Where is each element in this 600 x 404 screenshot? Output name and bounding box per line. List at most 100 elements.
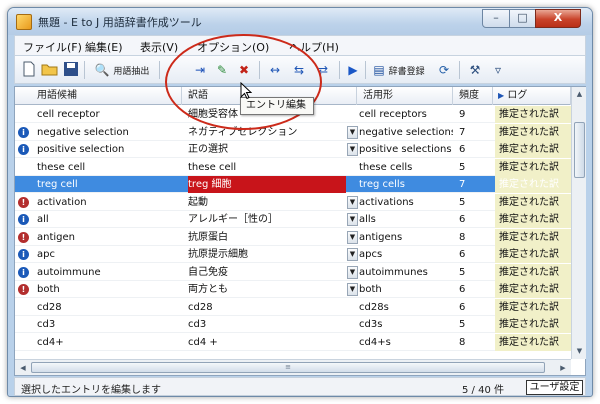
cell-frequency[interactable]: 8 bbox=[459, 229, 491, 246]
horizontal-scroll-thumb[interactable]: ≡ bbox=[31, 362, 545, 373]
maximize-button[interactable]: □ bbox=[509, 9, 536, 28]
dict-register-button[interactable]: ▤ 辞書登録 bbox=[370, 61, 428, 79]
cell-term[interactable]: treg cell bbox=[37, 176, 182, 193]
cell-term[interactable]: these cell bbox=[37, 159, 182, 176]
cell-translation[interactable]: cd3 bbox=[188, 316, 346, 333]
cell-log[interactable]: 推定された訳 bbox=[495, 176, 571, 193]
cell-log[interactable]: 推定された訳 bbox=[495, 193, 571, 211]
cell-inflected[interactable]: cd4+s bbox=[359, 334, 453, 351]
cell-frequency[interactable]: 6 bbox=[459, 211, 491, 228]
cell-inflected[interactable]: cd3s bbox=[359, 316, 453, 333]
scroll-left-icon[interactable]: ◀ bbox=[15, 360, 31, 376]
cell-term[interactable]: cd28 bbox=[37, 299, 182, 316]
cell-log[interactable]: 推定された訳 bbox=[495, 158, 571, 176]
cell-term[interactable]: all bbox=[37, 211, 182, 228]
filter-icon[interactable]: ▿ bbox=[489, 61, 507, 79]
scroll-right-icon[interactable]: ▶ bbox=[555, 360, 571, 376]
cell-translation[interactable]: cd4 + bbox=[188, 334, 346, 351]
cell-frequency[interactable]: 9 bbox=[459, 106, 491, 123]
cell-log[interactable]: 推定された訳 bbox=[495, 281, 571, 298]
table-row[interactable]: these cell these cell these cells 5 推定された訳 bbox=[15, 158, 571, 176]
column-header-log[interactable]: ▶ ログ bbox=[493, 87, 571, 105]
settings-icon[interactable]: ⚒ bbox=[466, 61, 484, 79]
cell-term[interactable]: antigen bbox=[37, 229, 182, 246]
cell-log[interactable]: 推定された訳 bbox=[495, 228, 571, 246]
cell-translation[interactable]: 正の選択 bbox=[188, 141, 346, 158]
cell-log[interactable]: 推定された訳 bbox=[495, 333, 571, 351]
cell-inflected[interactable]: activations bbox=[359, 194, 453, 211]
cell-translation[interactable]: these cell bbox=[188, 159, 346, 176]
cell-translation[interactable]: 抗原提示細胞 bbox=[188, 246, 346, 263]
scroll-up-icon[interactable]: ▲ bbox=[572, 87, 587, 102]
table-row[interactable]: cd4+ cd4 + cd4+s 8 推定された訳 bbox=[15, 333, 571, 351]
vertical-scroll-thumb[interactable] bbox=[574, 122, 585, 178]
cell-frequency[interactable]: 6 bbox=[459, 141, 491, 158]
cell-frequency[interactable]: 6 bbox=[459, 281, 491, 298]
horizontal-scrollbar[interactable]: ◀ ≡ ▶ bbox=[15, 359, 571, 375]
scroll-down-icon[interactable]: ▼ bbox=[572, 344, 587, 359]
column-header-inflected[interactable]: 活用形 bbox=[357, 87, 453, 105]
mode-indicator[interactable]: ユーザ設定 bbox=[526, 380, 583, 395]
table-row[interactable]: ! antigen 抗原蛋白 antigens 8 推定された訳 ▼ bbox=[15, 228, 571, 246]
dropdown-arrow-icon[interactable]: ▼ bbox=[347, 213, 358, 226]
table-row[interactable]: i autoimmune 自己免疫 autoimmunes 5 推定された訳 ▼ bbox=[15, 263, 571, 281]
cell-frequency[interactable]: 6 bbox=[459, 246, 491, 263]
cell-log[interactable]: 推定された訳 bbox=[495, 298, 571, 316]
table-row[interactable]: cd3 cd3 cd3s 5 推定された訳 bbox=[15, 316, 571, 333]
cell-inflected[interactable]: negative selections bbox=[359, 124, 453, 141]
cell-log[interactable]: 推定された訳 bbox=[495, 246, 571, 263]
cell-term[interactable]: apc bbox=[37, 246, 182, 263]
cell-frequency[interactable]: 7 bbox=[459, 176, 491, 193]
table-row[interactable]: i all アレルギー［性の］ alls 6 推定された訳 ▼ bbox=[15, 211, 571, 228]
cell-inflected[interactable]: positive selections bbox=[359, 141, 453, 158]
cell-inflected[interactable]: alls bbox=[359, 211, 453, 228]
cell-translation[interactable]: 両方とも bbox=[188, 281, 346, 298]
dropdown-arrow-icon[interactable]: ▼ bbox=[347, 248, 358, 261]
cell-translation[interactable]: 起動 bbox=[188, 194, 346, 211]
cell-term[interactable]: activation bbox=[37, 194, 182, 211]
cell-translation[interactable]: アレルギー［性の］ bbox=[188, 211, 346, 228]
minimize-button[interactable]: – bbox=[482, 9, 510, 28]
cell-frequency[interactable]: 7 bbox=[459, 124, 491, 141]
title-bar[interactable]: 無題 - E to J 用語辞書作成ツール – □ X bbox=[8, 8, 592, 35]
term-grid[interactable]: 用語候補 訳語 活用形 頻度 ▶ ログ cell receptor 細胞受容体 ce… bbox=[14, 86, 586, 376]
cell-term[interactable]: both bbox=[37, 281, 182, 298]
cell-log[interactable]: 推定された訳 bbox=[495, 211, 571, 228]
cell-term[interactable]: negative selection bbox=[37, 124, 182, 141]
open-folder-icon[interactable] bbox=[41, 61, 59, 79]
table-row[interactable]: treg cell treg 細胞 treg cells 7 推定された訳 bbox=[15, 176, 571, 193]
cell-frequency[interactable]: 5 bbox=[459, 264, 491, 281]
table-row[interactable]: i negative selection ネガティブセレクション negative s… bbox=[15, 123, 571, 141]
dropdown-arrow-icon[interactable]: ▼ bbox=[347, 283, 358, 296]
cell-term[interactable]: cd3 bbox=[37, 316, 182, 333]
cell-log[interactable]: 推定された訳 bbox=[495, 316, 571, 333]
cell-inflected[interactable]: these cells bbox=[359, 159, 453, 176]
dropdown-arrow-icon[interactable]: ▼ bbox=[347, 125, 358, 139]
cell-inflected[interactable]: cd28s bbox=[359, 299, 453, 316]
dropdown-arrow-icon[interactable]: ▼ bbox=[347, 265, 358, 279]
column-header-frequency[interactable]: 頻度 bbox=[453, 87, 493, 105]
cell-frequency[interactable]: 5 bbox=[459, 159, 491, 176]
menu-view[interactable]: 表示(V) bbox=[140, 39, 178, 55]
cell-inflected[interactable]: apcs bbox=[359, 246, 453, 263]
cell-log[interactable]: 推定された訳 bbox=[495, 141, 571, 158]
cell-inflected[interactable]: both bbox=[359, 281, 453, 298]
cell-frequency[interactable]: 5 bbox=[459, 194, 491, 211]
cell-translation[interactable]: cd28 bbox=[188, 299, 346, 316]
column-header-term[interactable]: 用語候補 bbox=[15, 87, 182, 105]
save-icon[interactable] bbox=[63, 61, 79, 79]
cell-log[interactable]: 推定された訳 bbox=[495, 263, 571, 281]
cell-inflected[interactable]: treg cells bbox=[359, 176, 453, 193]
cell-frequency[interactable]: 6 bbox=[459, 299, 491, 316]
term-extract-button[interactable]: 🔍 用語抽出 bbox=[89, 61, 155, 79]
dropdown-arrow-icon[interactable]: ▼ bbox=[347, 143, 358, 156]
cell-inflected[interactable]: antigens bbox=[359, 229, 453, 246]
menu-edit[interactable]: 編集(E) bbox=[85, 39, 123, 55]
vertical-scrollbar[interactable]: ▲ ▼ bbox=[571, 87, 586, 359]
cell-log[interactable]: 推定された訳 bbox=[495, 106, 571, 123]
close-button[interactable]: X bbox=[535, 9, 581, 28]
cell-term[interactable]: autoimmune bbox=[37, 264, 182, 281]
cell-term[interactable]: cd4+ bbox=[37, 334, 182, 351]
cell-translation[interactable]: 抗原蛋白 bbox=[188, 229, 346, 246]
table-row[interactable]: cd28 cd28 cd28s 6 推定された訳 bbox=[15, 298, 571, 316]
